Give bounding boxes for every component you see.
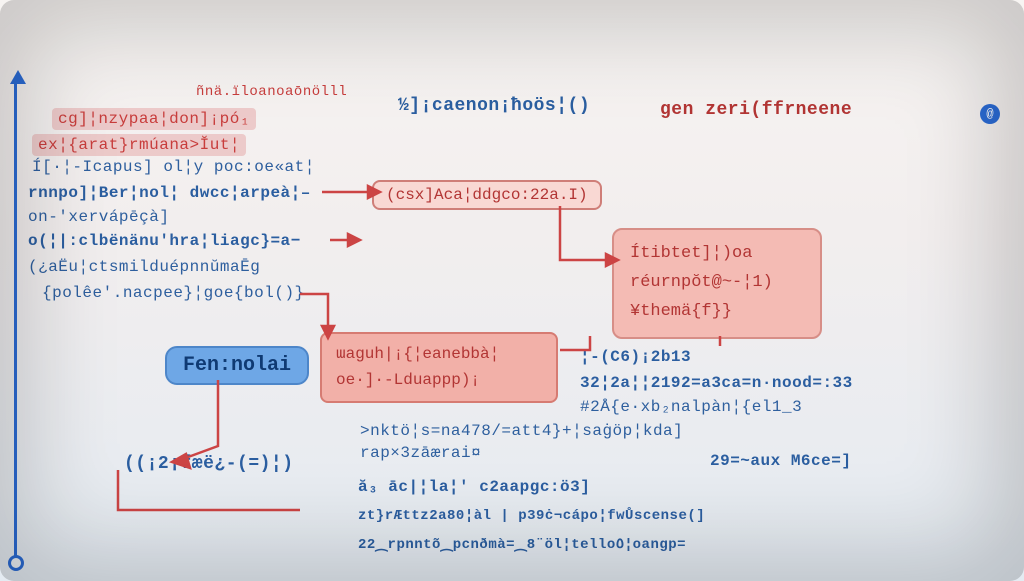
- diagram-canvas: { "header": { "a": "ñnä.ïloanoaōnölll", …: [0, 0, 1024, 581]
- connectors: [0, 0, 1024, 581]
